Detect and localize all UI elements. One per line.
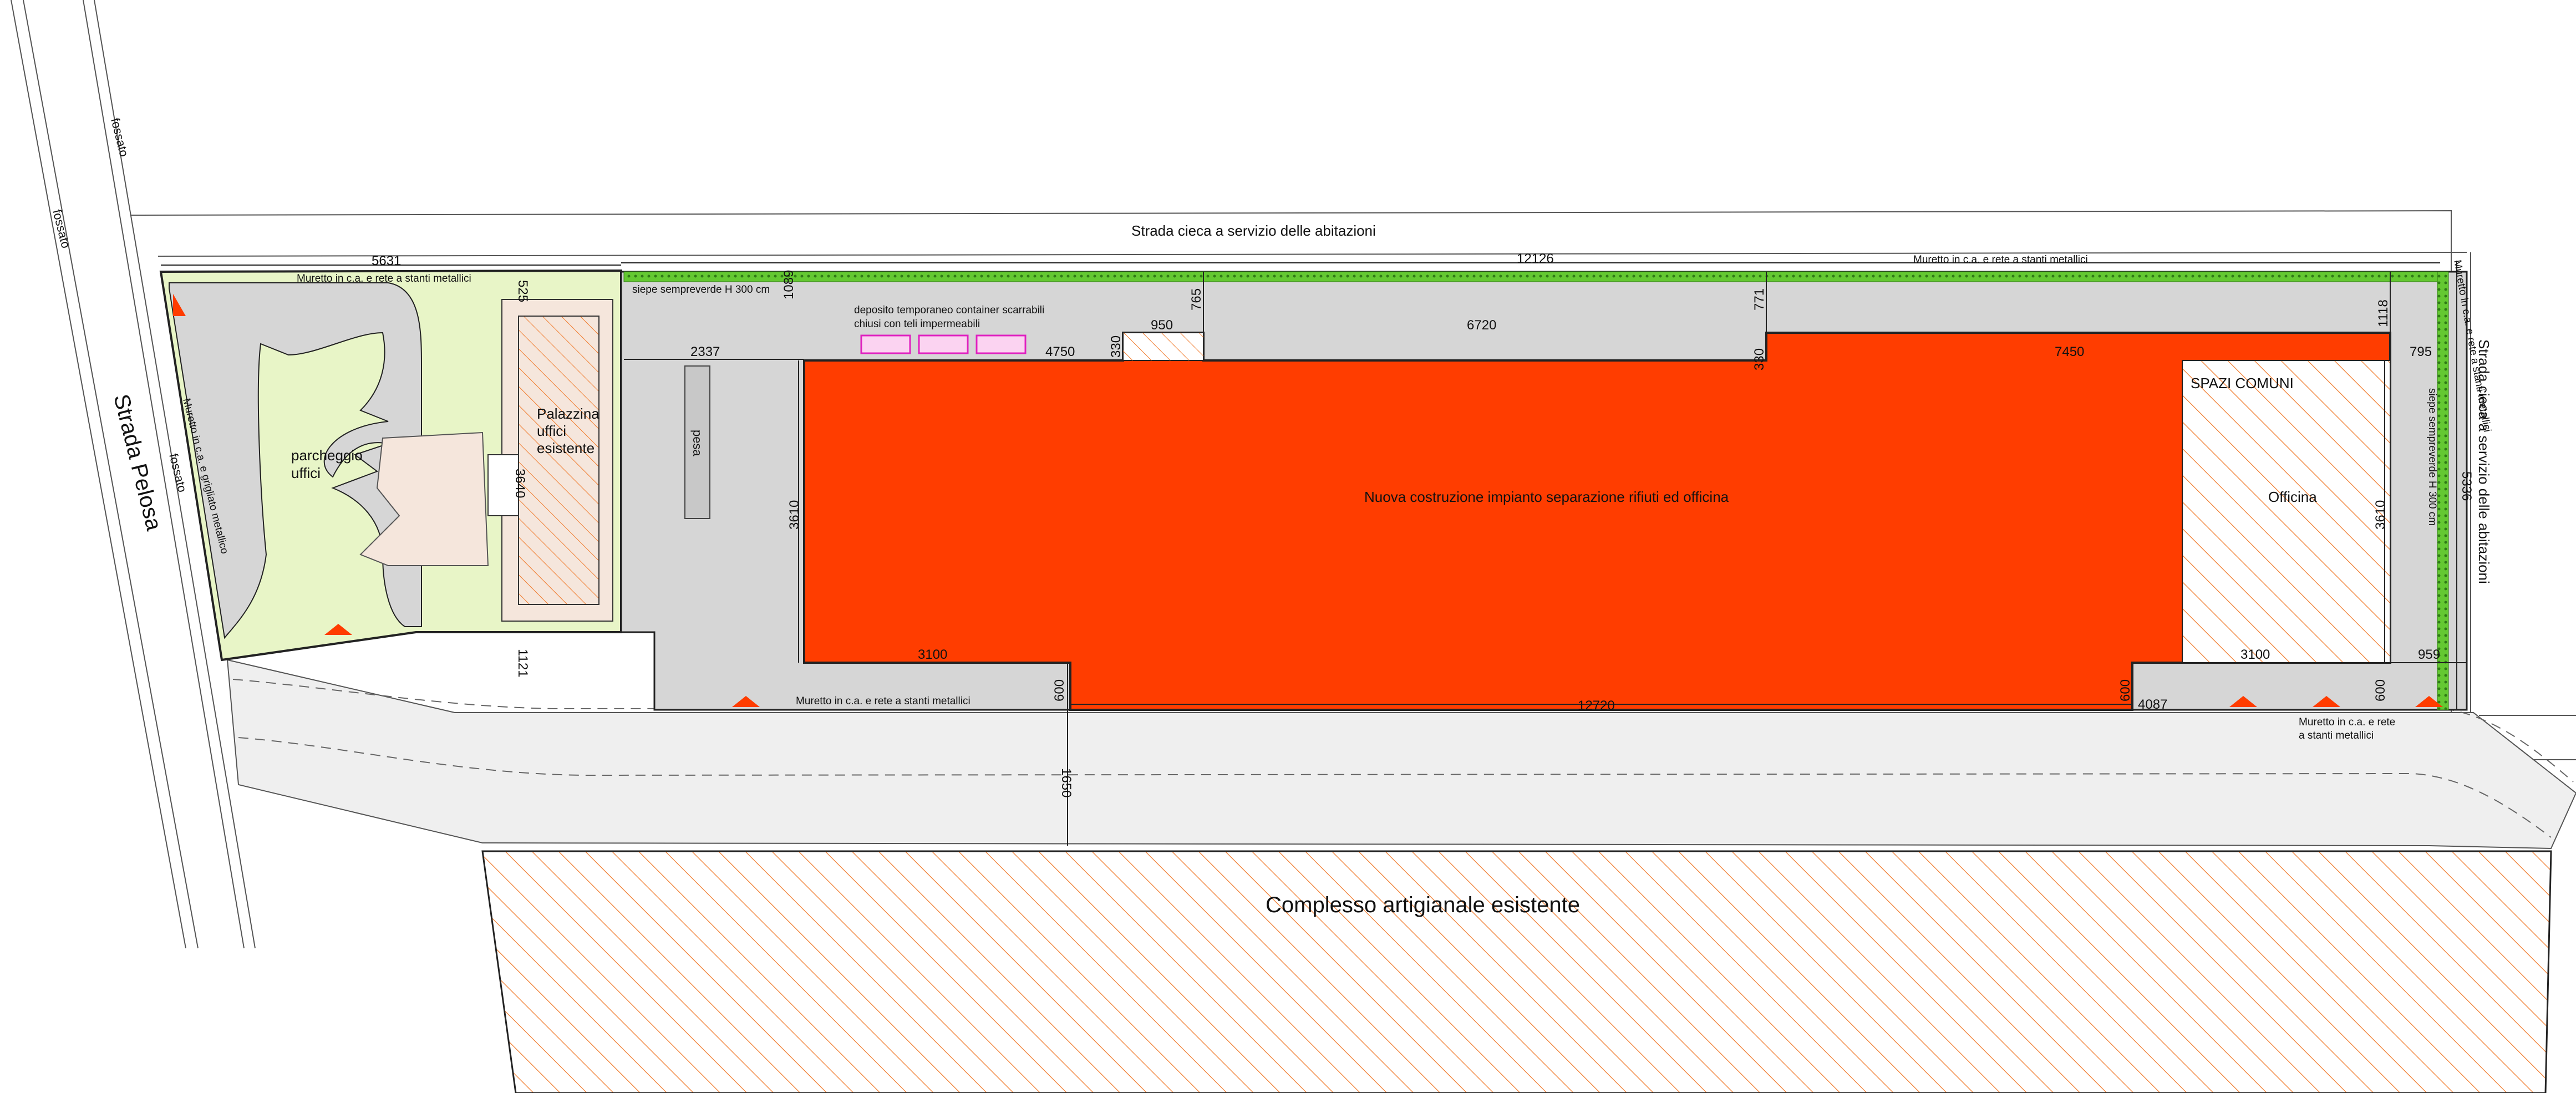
dim-3100b: 3100 bbox=[2240, 647, 2270, 662]
label-palazzina-3: esistente bbox=[537, 440, 595, 456]
site-plan: Strada cieca a servizio delle abitazioni… bbox=[0, 0, 2576, 1093]
palazzina-hatch bbox=[518, 316, 599, 605]
dim-795: 795 bbox=[2410, 344, 2432, 359]
label-complesso: Complesso artigianale esistente bbox=[1266, 893, 1580, 917]
dim-6720: 6720 bbox=[1467, 318, 1496, 333]
label-muretto-top-left: Muretto in c.a. e rete a stanti metallic… bbox=[297, 273, 471, 284]
container-1 bbox=[860, 334, 911, 354]
officina-hatch bbox=[2182, 360, 2391, 663]
label-officina: Officina bbox=[2268, 489, 2317, 505]
container-2 bbox=[918, 334, 969, 354]
dim-765: 765 bbox=[1189, 288, 1204, 311]
label-muretto-bottom: Muretto in c.a. e rete a stanti metallic… bbox=[796, 695, 971, 707]
dim-600b: 600 bbox=[2118, 679, 2133, 701]
dim-600c: 600 bbox=[2373, 679, 2388, 701]
dim-4750: 4750 bbox=[1045, 344, 1075, 359]
label-spazi-comuni: SPAZI COMUNI bbox=[2191, 375, 2294, 392]
dim-3610b: 3610 bbox=[2373, 500, 2388, 530]
dim-5336: 5336 bbox=[2459, 471, 2474, 501]
label-pesa: pesa bbox=[690, 430, 704, 456]
dim-5631: 5631 bbox=[372, 253, 401, 268]
container-3 bbox=[975, 334, 1027, 354]
label-muretto-bottom-right-2: a stanti metallici bbox=[2299, 730, 2374, 741]
dim-330b: 330 bbox=[1752, 348, 1767, 370]
dim-1118: 1118 bbox=[2376, 299, 2391, 327]
label-palazzina-2: uffici bbox=[537, 423, 566, 439]
hatched-annex-fill bbox=[1123, 333, 1203, 360]
new-building bbox=[803, 332, 2391, 711]
label-deposito-1: deposito temporaneo container scarrabili bbox=[854, 304, 1044, 316]
hedge-top bbox=[623, 271, 2438, 282]
dim-1121: 1121 bbox=[515, 649, 530, 678]
dim-3610a: 3610 bbox=[787, 500, 802, 530]
dim-2337: 2337 bbox=[690, 344, 720, 359]
dim-600a: 600 bbox=[1052, 679, 1067, 701]
hedge-right bbox=[2437, 271, 2449, 710]
complesso-esistente bbox=[481, 850, 2552, 1093]
dim-4087: 4087 bbox=[2138, 697, 2167, 712]
label-muretto-top-right: Muretto in c.a. e rete a stanti metallic… bbox=[1913, 254, 2088, 266]
dim-950: 950 bbox=[1151, 318, 1173, 333]
dim-525: 525 bbox=[515, 280, 530, 302]
dim-330a: 330 bbox=[1109, 335, 1124, 358]
dim-1089: 1089 bbox=[781, 270, 796, 299]
dim-3640: 3640 bbox=[512, 469, 527, 498]
dim-12126: 12126 bbox=[1517, 251, 1554, 266]
label-strada-cieca-right: Strada cieca a servizio delle abitazioni bbox=[2476, 339, 2492, 584]
label-nuova-costruzione: Nuova costruzione impianto separazione r… bbox=[1364, 489, 1729, 505]
label-palazzina-1: Palazzina bbox=[537, 405, 599, 422]
label-deposito-2: chiusi con teli impermeabili bbox=[854, 318, 980, 330]
container-group bbox=[860, 334, 1027, 354]
dim-959: 959 bbox=[2418, 647, 2440, 662]
dim-7450: 7450 bbox=[2055, 344, 2084, 359]
dim-3100a: 3100 bbox=[918, 647, 947, 662]
label-siepe-top: siepe sempreverde H 300 cm bbox=[632, 284, 770, 296]
label-muretto-bottom-right-1: Muretto in c.a. e rete bbox=[2299, 716, 2395, 728]
dim-771: 771 bbox=[1752, 288, 1767, 311]
label-parcheggio-2: uffici bbox=[291, 465, 321, 481]
label-parcheggio-1: parcheggio bbox=[291, 447, 363, 464]
label-strada-cieca-top: Strada cieca a servizio delle abitazioni bbox=[1131, 222, 1376, 239]
dim-1650: 1650 bbox=[1059, 768, 1074, 797]
dim-12720: 12720 bbox=[1578, 698, 1615, 713]
label-siepe-right: siepe sempreverde H 300 cm bbox=[2426, 388, 2438, 526]
